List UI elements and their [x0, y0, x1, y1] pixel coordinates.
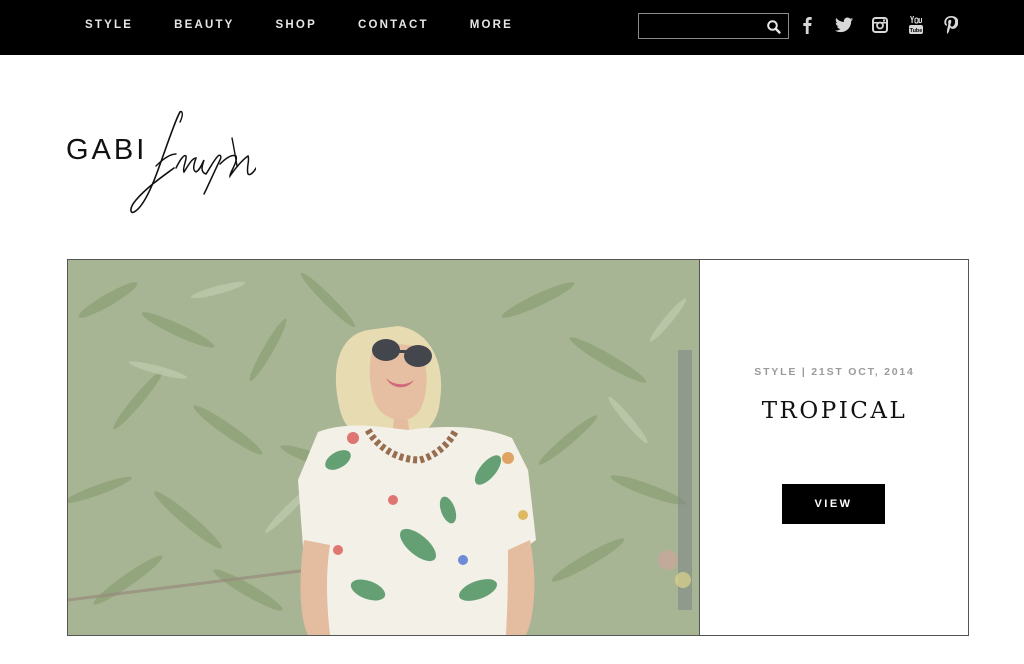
featured-post: STYLE | 21ST OCT, 2014 TROPICAL VIEW	[67, 259, 969, 636]
nav-item-beauty[interactable]: BEAUTY	[174, 19, 234, 31]
nav-item-style[interactable]: STYLE	[85, 19, 133, 31]
featured-post-image[interactable]	[68, 260, 699, 635]
facebook-icon[interactable]	[796, 14, 818, 36]
nav-item-contact[interactable]: CONTACT	[358, 19, 429, 31]
twitter-icon[interactable]	[833, 14, 855, 36]
post-title[interactable]: TROPICAL	[700, 398, 969, 424]
top-navigation-bar: STYLE BEAUTY SHOP CONTACT MORE Tube	[0, 0, 1024, 55]
nav-item-more[interactable]: MORE	[470, 19, 513, 31]
search-input[interactable]	[645, 17, 763, 35]
logo-script-fresh	[130, 110, 256, 214]
search-box	[638, 13, 789, 39]
nav-item-shop[interactable]: SHOP	[276, 19, 317, 31]
youtube-icon[interactable]: Tube	[905, 14, 927, 36]
site-logo[interactable]: GABI	[66, 108, 256, 216]
search-icon[interactable]	[766, 19, 782, 35]
featured-post-panel: STYLE | 21ST OCT, 2014 TROPICAL VIEW	[699, 260, 968, 635]
post-meta: STYLE | 21ST OCT, 2014	[754, 366, 915, 378]
svg-text:Tube: Tube	[910, 28, 923, 34]
view-button[interactable]: VIEW	[782, 484, 885, 524]
main-nav: STYLE BEAUTY SHOP CONTACT MORE	[85, 0, 554, 50]
instagram-icon[interactable]	[869, 14, 891, 36]
pinterest-icon[interactable]	[940, 14, 962, 36]
